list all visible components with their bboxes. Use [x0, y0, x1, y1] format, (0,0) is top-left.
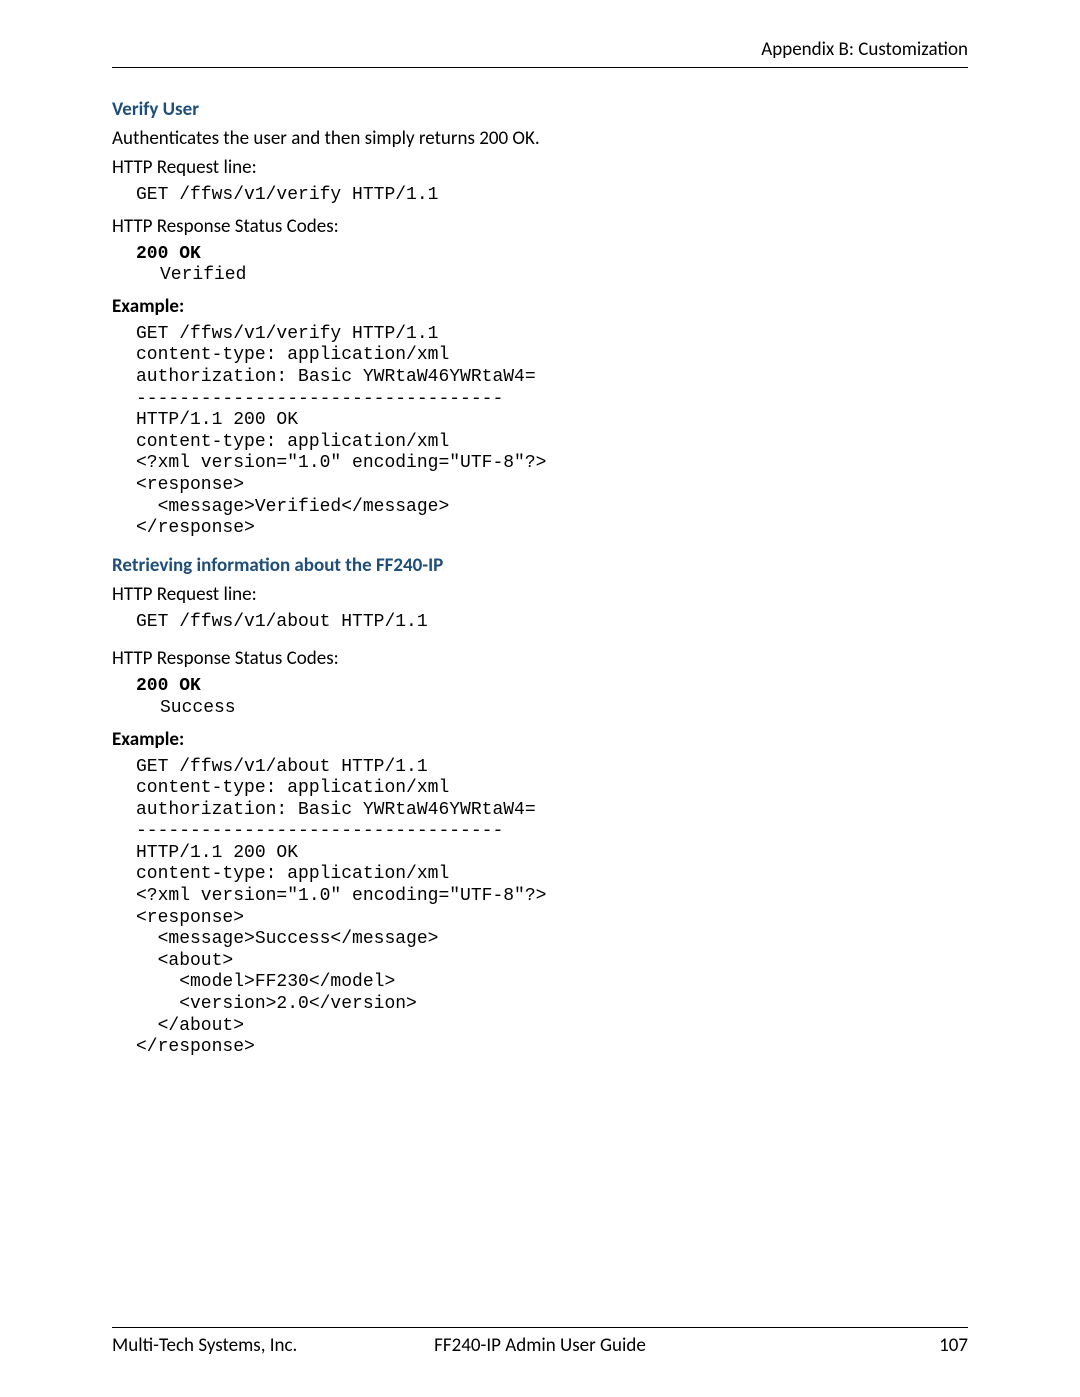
section2-response-message: Success	[112, 698, 968, 720]
section2-request-line: GET /ffws/v1/about HTTP/1.1	[112, 612, 968, 634]
footer-page-number: 107	[683, 1334, 968, 1357]
header-title: Appendix B: Customization	[761, 38, 968, 61]
section1-description: Authenticates the user and then simply r…	[112, 127, 968, 150]
section2-response-code: 200 OK	[112, 676, 968, 698]
section1-request-label: HTTP Request line:	[112, 156, 968, 179]
footer-doc-title: FF240-IP Admin User Guide	[397, 1334, 682, 1357]
page-header: Appendix B: Customization	[112, 38, 968, 68]
page-content: Appendix B: Customization Verify User Au…	[0, 0, 1080, 1059]
section1-response-label: HTTP Response Status Codes:	[112, 215, 968, 238]
section1-example-label: Example:	[112, 295, 968, 318]
section-heading-verify-user: Verify User	[112, 98, 968, 121]
section1-response-message: Verified	[112, 265, 968, 287]
page-footer: Multi-Tech Systems, Inc. FF240-IP Admin …	[112, 1327, 968, 1357]
section2-example-block: GET /ffws/v1/about HTTP/1.1 content-type…	[112, 757, 968, 1059]
section1-request-line: GET /ffws/v1/verify HTTP/1.1	[112, 185, 968, 207]
section-heading-retrieving-info: Retrieving information about the FF240-I…	[112, 554, 968, 577]
section1-response-code: 200 OK	[112, 244, 968, 266]
section2-example-label: Example:	[112, 728, 968, 751]
section2-request-label: HTTP Request line:	[112, 583, 968, 606]
section2-response-label: HTTP Response Status Codes:	[112, 647, 968, 670]
section1-example-block: GET /ffws/v1/verify HTTP/1.1 content-typ…	[112, 324, 968, 540]
footer-company: Multi-Tech Systems, Inc.	[112, 1334, 397, 1357]
